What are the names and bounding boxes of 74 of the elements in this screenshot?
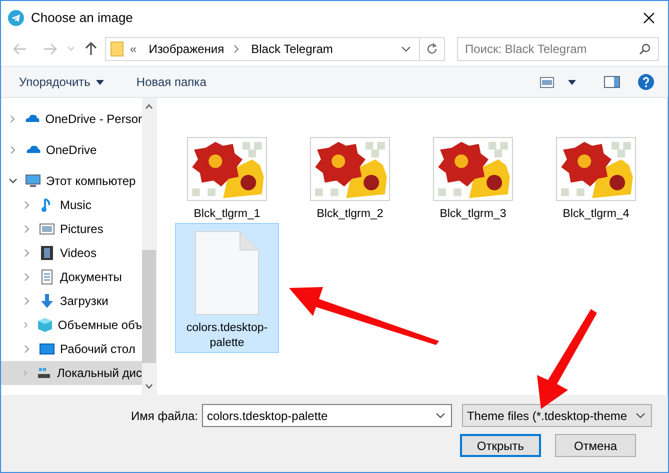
file-name: Blck_tlgrm_3 [438,207,508,222]
chevron-down-icon[interactable] [436,413,445,418]
chevron-down-icon[interactable] [401,46,411,52]
tree-item[interactable]: Music [60,196,92,214]
scrollbar[interactable] [142,98,156,395]
document-icon [39,269,55,285]
file-type-dropdown[interactable]: Theme files (*.tdesktop-theme [462,404,652,427]
filename-label: Имя файла: [131,408,198,424]
picture-icon [39,221,55,237]
forward-arrow-icon[interactable] [43,43,57,55]
tree-item[interactable]: Объемные объ [58,316,142,334]
chevron-right-icon[interactable] [23,369,28,377]
tree-item[interactable]: Документы [60,268,122,286]
help-icon[interactable] [638,74,654,90]
tree-item[interactable]: Загрузки [60,292,108,310]
chevron-right-icon[interactable] [9,115,16,123]
file-name: Blck_tlgrm_2 [316,207,384,222]
chevron-right-icon[interactable] [23,225,31,233]
image-item[interactable]: Blck_tlgrm_2 [298,115,402,223]
tree-item[interactable]: Этот компьютер [46,172,136,190]
tree-item[interactable]: Videos [60,244,96,262]
chevron-down-icon[interactable] [9,177,17,185]
caret-icon [96,80,104,84]
file-name: colors.tdesktop-palette [185,321,269,351]
drive-icon [36,365,52,381]
cube-icon [36,317,53,333]
tree-item[interactable]: Pictures [60,220,104,238]
breadcrumb[interactable]: Black Telegram [251,40,333,58]
close-icon[interactable] [643,12,655,24]
monitor-icon [25,173,41,189]
cancel-button[interactable]: Отмена [555,434,636,457]
scroll-thumb[interactable] [142,250,156,363]
search-field[interactable]: Поиск: Black Telegram [457,37,659,61]
image-item[interactable]: Blck_tlgrm_4 [544,115,648,223]
down-arrow-icon [39,293,55,309]
image-item[interactable]: Blck_tlgrm_1 [175,115,279,223]
app-logo-icon [8,10,24,26]
chevron-right-icon[interactable] [23,345,31,353]
chevron-right-icon[interactable] [9,146,17,154]
document-icon [195,231,259,315]
file-item[interactable]: colors.tdesktop-palette [175,223,279,353]
tree-item[interactable]: OneDrive - Persor [45,110,142,128]
window-title: Choose an image [31,8,133,27]
preview-pane-icon[interactable] [604,76,620,88]
film-icon [39,245,55,261]
file-name: Blck_tlgrm_1 [192,207,262,222]
view-icon[interactable] [540,76,554,88]
back-arrow-icon[interactable] [13,43,27,55]
open-button[interactable]: Открыть [460,434,541,457]
tree-item[interactable]: Рабочий стол [60,340,136,358]
chevron-right-icon[interactable] [23,249,31,257]
file-name: Blck_tlgrm_4 [562,207,630,222]
desktop-icon [39,341,55,357]
scroll-up-icon[interactable] [145,104,153,109]
caret-icon[interactable] [568,80,576,84]
breadcrumb-overflow[interactable]: « [130,40,137,58]
breadcrumb[interactable]: Изображения [148,40,224,58]
new-folder-button[interactable]: Новая папка [136,73,206,91]
chevron-right-icon[interactable] [23,321,29,329]
chevron-right-icon[interactable] [234,45,240,53]
folder-icon [110,41,124,57]
image-item[interactable]: Blck_tlgrm_3 [421,115,525,223]
up-arrow-icon[interactable] [85,42,97,56]
chevron-right-icon[interactable] [23,297,31,305]
filename-field[interactable]: colors.tdesktop-palette [202,404,452,427]
organize-button[interactable]: Упорядочить [19,73,104,91]
chevron-right-icon[interactable] [23,273,31,281]
chevron-right-icon[interactable] [23,201,31,209]
scroll-down-icon[interactable] [145,384,153,389]
address-bar[interactable]: « Изображения Black Telegram [105,37,445,61]
search-icon[interactable] [639,43,651,55]
refresh-icon[interactable] [426,43,438,55]
chevron-down-icon [636,413,645,418]
tree-item[interactable]: OneDrive [46,141,97,159]
